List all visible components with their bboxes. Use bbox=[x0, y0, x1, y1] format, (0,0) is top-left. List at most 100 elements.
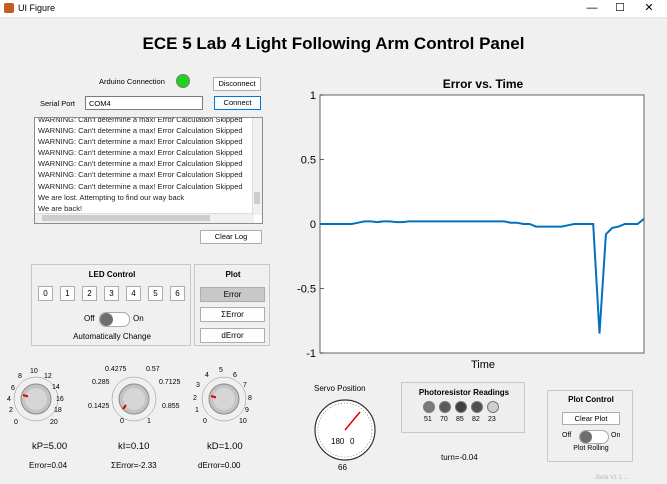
matlab-icon bbox=[4, 3, 14, 13]
servo-gauge bbox=[313, 398, 377, 467]
plot-select-title: Plot bbox=[225, 270, 241, 279]
ki-knob-dial[interactable] bbox=[88, 364, 186, 432]
plot-derror-button[interactable]: dError bbox=[200, 328, 265, 343]
photoresistor-lamp bbox=[487, 401, 499, 413]
plot-area[interactable] bbox=[319, 94, 645, 354]
minimize-button[interactable]: — bbox=[577, 1, 607, 16]
log-line: WARNING: Can't determine a max! Error Ca… bbox=[38, 170, 243, 180]
figure-panel: ECE 5 Lab 4 Light Following Arm Control … bbox=[0, 18, 667, 484]
photoresistor-value: 85 bbox=[456, 416, 464, 423]
kd-tick: 7 bbox=[243, 382, 247, 389]
serial-port-input[interactable]: COM4 bbox=[85, 96, 203, 110]
kd-knob-dial[interactable] bbox=[190, 364, 264, 432]
disconnect-button[interactable]: Disconnect bbox=[213, 77, 261, 91]
photoresistor-title: Photoresistor Readings bbox=[418, 388, 510, 397]
ki-tick: 0.57 bbox=[146, 366, 160, 373]
connect-button[interactable]: Connect bbox=[214, 96, 261, 110]
plot-rolling-label: Plot Rolling bbox=[573, 445, 609, 452]
servo-right-mark: 0 bbox=[350, 437, 355, 446]
photoresistor-lamp bbox=[471, 401, 483, 413]
toggle-knob[interactable] bbox=[580, 431, 592, 443]
plot-sum-error-button[interactable]: ΣError bbox=[200, 307, 265, 322]
connection-status-lamp bbox=[176, 74, 190, 88]
log-line: WARNING: Can't determine a max! Error Ca… bbox=[38, 148, 243, 158]
toggle-knob[interactable] bbox=[100, 313, 113, 326]
close-button[interactable]: ✕ bbox=[634, 1, 664, 16]
log-line: WARNING: Can't determine a max! Error Ca… bbox=[38, 181, 243, 191]
scroll-thumb[interactable] bbox=[42, 215, 210, 221]
window-title: UI Figure bbox=[18, 3, 56, 13]
log-line: We are lost. Attempting to find our way … bbox=[38, 192, 185, 202]
photoresistor-value: 23 bbox=[488, 416, 496, 423]
clear-plot-button[interactable]: Clear Plot bbox=[562, 412, 620, 425]
kd-knob[interactable]: 5 4 3 2 1 0 6 7 8 9 10 bbox=[190, 364, 264, 437]
led-control-panel: LED Control 0 1 2 3 4 5 6 Off On Automat… bbox=[31, 264, 191, 346]
led-toggle-off-label: Off bbox=[84, 314, 95, 323]
chart-title: Error vs. Time bbox=[443, 77, 524, 91]
ki-knob[interactable]: 0.4275 0.285 0.1425 0 0.57 0.7125 0.855 … bbox=[88, 364, 186, 437]
kp-tick: 12 bbox=[44, 373, 52, 380]
led-auto-toggle[interactable] bbox=[99, 312, 130, 327]
photoresistor-panel: Photoresistor Readings 51 70 85 82 23 bbox=[401, 382, 525, 433]
error-chart: Error vs. Time 1 0.5 0 -0.5 -1 Time bbox=[280, 74, 660, 379]
arduino-connection-label: Arduino Connection bbox=[99, 77, 165, 86]
derror-readout: dError=0.00 bbox=[198, 461, 241, 470]
log-horizontal-scrollbar[interactable] bbox=[35, 213, 254, 223]
kp-tick: 0 bbox=[14, 419, 18, 426]
plot-rolling-toggle[interactable] bbox=[579, 430, 609, 444]
kp-tick: 18 bbox=[54, 407, 62, 414]
kp-tick: 16 bbox=[56, 396, 64, 403]
led-button-0[interactable]: 0 bbox=[38, 286, 53, 301]
window-titlebar: UI Figure — ☐ ✕ bbox=[0, 0, 667, 18]
auto-change-label: Automatically Change bbox=[73, 332, 151, 341]
log-line: WARNING: Can't determine a max! Error Ca… bbox=[38, 126, 243, 136]
ki-tick: 0.1425 bbox=[88, 403, 110, 410]
log-line: WARNING: Can't determine a max! Error Ca… bbox=[38, 159, 243, 169]
photoresistor-lamp bbox=[423, 401, 435, 413]
plot-error-button[interactable]: Error bbox=[200, 287, 265, 302]
kd-tick: 9 bbox=[245, 407, 249, 414]
kd-tick: 10 bbox=[239, 418, 247, 425]
kd-tick: 0 bbox=[203, 418, 207, 425]
kd-tick: 1 bbox=[195, 407, 199, 414]
led-button-2[interactable]: 2 bbox=[82, 286, 97, 301]
kd-tick: 5 bbox=[219, 367, 223, 374]
scroll-thumb[interactable] bbox=[254, 192, 260, 204]
led-button-5[interactable]: 5 bbox=[148, 286, 163, 301]
turn-readout: turn=-0.04 bbox=[441, 453, 478, 462]
led-button-4[interactable]: 4 bbox=[126, 286, 141, 301]
photoresistor-lamp bbox=[439, 401, 451, 413]
kd-tick: 6 bbox=[233, 372, 237, 379]
photoresistor-lamp bbox=[455, 401, 467, 413]
led-button-6[interactable]: 6 bbox=[170, 286, 185, 301]
ki-tick: 0.4275 bbox=[105, 366, 127, 373]
ki-tick: 0 bbox=[120, 418, 124, 425]
servo-position-title: Servo Position bbox=[314, 384, 366, 393]
kp-tick: 4 bbox=[7, 396, 11, 403]
led-toggle-on-label: On bbox=[133, 314, 144, 323]
plot-control-panel: Plot Control Clear Plot Off On Plot Roll… bbox=[547, 390, 633, 462]
plot-select-panel: Plot Error ΣError dError bbox=[194, 264, 270, 346]
log-vertical-scrollbar[interactable] bbox=[252, 118, 262, 215]
kd-tick: 2 bbox=[193, 395, 197, 402]
ki-tick: 0.285 bbox=[92, 379, 110, 386]
kp-tick: 2 bbox=[9, 407, 13, 414]
kp-tick: 14 bbox=[52, 384, 60, 391]
y-tick-label: 0.5 bbox=[301, 155, 316, 167]
kp-value: kP=5.00 bbox=[32, 441, 68, 452]
photoresistor-value: 70 bbox=[440, 416, 448, 423]
x-axis-label: Time bbox=[471, 359, 495, 371]
clear-log-button[interactable]: Clear Log bbox=[200, 230, 262, 244]
y-tick-label: -0.5 bbox=[297, 284, 316, 296]
kp-knob[interactable]: 10 8 6 4 2 0 12 14 16 18 20 bbox=[6, 364, 84, 437]
log-textarea[interactable]: WARNING: Can't determine a max! Error Ca… bbox=[34, 117, 263, 224]
kd-value: kD=1.00 bbox=[207, 441, 243, 452]
maximize-button[interactable]: ☐ bbox=[605, 1, 635, 16]
ki-tick: 1 bbox=[147, 418, 151, 425]
kp-tick: 20 bbox=[50, 419, 58, 426]
led-button-1[interactable]: 1 bbox=[60, 286, 75, 301]
rolling-off-label: Off bbox=[562, 432, 572, 439]
error-chart-svg: Error vs. Time 1 0.5 0 -0.5 -1 Time bbox=[297, 77, 645, 371]
led-button-3[interactable]: 3 bbox=[104, 286, 119, 301]
log-line: WARNING: Can't determine a max! Error Ca… bbox=[38, 137, 243, 147]
